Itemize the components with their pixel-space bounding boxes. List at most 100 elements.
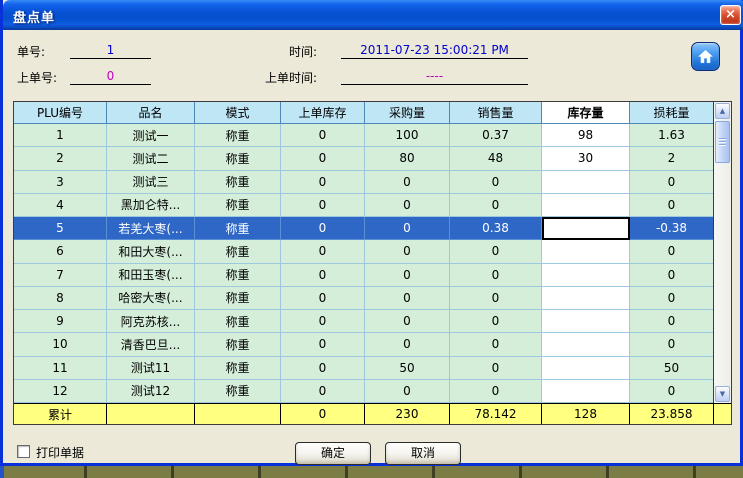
- table-cell[interactable]: 0: [630, 333, 714, 356]
- scrollbar-thumb[interactable]: [715, 121, 730, 163]
- table-cell[interactable]: 称重: [195, 333, 281, 356]
- table-cell[interactable]: 0: [630, 310, 714, 333]
- table-cell[interactable]: 0: [281, 147, 365, 170]
- table-cell[interactable]: 测试二: [107, 147, 195, 170]
- table-cell[interactable]: 称重: [195, 264, 281, 287]
- table-cell[interactable]: 0: [365, 287, 450, 310]
- table-cell[interactable]: 称重: [195, 240, 281, 263]
- prev-time-field[interactable]: ----: [341, 68, 528, 85]
- order-no-field[interactable]: 1: [70, 42, 151, 59]
- table-row[interactable]: 9阿克苏核...称重0000: [14, 310, 714, 333]
- table-cell[interactable]: 0: [281, 240, 365, 263]
- table-cell[interactable]: 0: [281, 380, 365, 403]
- table-cell[interactable]: 0: [450, 240, 542, 263]
- table-cell[interactable]: 0: [281, 264, 365, 287]
- table-cell[interactable]: 阿克苏核...: [107, 310, 195, 333]
- ok-button[interactable]: 确定: [295, 442, 371, 465]
- table-cell[interactable]: 0: [450, 264, 542, 287]
- table-cell[interactable]: 1.63: [630, 124, 714, 147]
- prev-order-no-field[interactable]: 0: [70, 68, 151, 85]
- table-cell[interactable]: 7: [14, 264, 107, 287]
- table-cell[interactable]: 100: [365, 124, 450, 147]
- cancel-button[interactable]: 取消: [385, 442, 461, 465]
- table-cell[interactable]: 0: [281, 194, 365, 217]
- table-cell[interactable]: 清香巴旦...: [107, 333, 195, 356]
- table-cell[interactable]: [542, 194, 630, 217]
- table-cell[interactable]: 和田大枣(...: [107, 240, 195, 263]
- table-row[interactable]: 3测试三称重0000: [14, 171, 714, 194]
- table-cell[interactable]: 0: [450, 171, 542, 194]
- table-cell[interactable]: 0: [281, 333, 365, 356]
- table-row[interactable]: 11测试11称重050050: [14, 357, 714, 380]
- table-cell[interactable]: 1: [14, 124, 107, 147]
- table-cell[interactable]: 0: [450, 194, 542, 217]
- table-cell[interactable]: 0: [450, 333, 542, 356]
- table-cell[interactable]: 0: [365, 264, 450, 287]
- table-cell[interactable]: 若羌大枣(...: [107, 217, 195, 240]
- table-cell[interactable]: 12: [14, 380, 107, 403]
- table-cell[interactable]: 0: [630, 380, 714, 403]
- scroll-down-icon[interactable]: ▼: [715, 386, 730, 402]
- table-cell[interactable]: 0: [630, 194, 714, 217]
- table-row[interactable]: 4黑加仑特...称重0000: [14, 194, 714, 217]
- table-cell[interactable]: 0: [281, 217, 365, 240]
- table-cell[interactable]: -0.38: [630, 217, 714, 240]
- table-cell[interactable]: 5: [14, 217, 107, 240]
- table-cell[interactable]: 0: [365, 194, 450, 217]
- table-cell[interactable]: 0: [450, 310, 542, 333]
- table-cell[interactable]: 0: [281, 357, 365, 380]
- table-cell[interactable]: 0: [281, 310, 365, 333]
- table-cell[interactable]: 50: [630, 357, 714, 380]
- table-cell[interactable]: 10: [14, 333, 107, 356]
- table-cell[interactable]: 9: [14, 310, 107, 333]
- table-cell[interactable]: 48: [450, 147, 542, 170]
- table-row[interactable]: 8哈密大枣(...称重0000: [14, 287, 714, 310]
- table-cell[interactable]: 称重: [195, 357, 281, 380]
- table-cell[interactable]: 30: [542, 147, 630, 170]
- table-cell[interactable]: 0: [365, 217, 450, 240]
- table-row[interactable]: 6和田大枣(...称重0000: [14, 240, 714, 263]
- table-cell[interactable]: 0: [365, 240, 450, 263]
- table-cell[interactable]: 8: [14, 287, 107, 310]
- table-row[interactable]: 7和田玉枣(...称重0000: [14, 264, 714, 287]
- table-cell[interactable]: 6: [14, 240, 107, 263]
- table-cell[interactable]: 称重: [195, 171, 281, 194]
- table-cell[interactable]: 0: [630, 264, 714, 287]
- table-cell[interactable]: 测试三: [107, 171, 195, 194]
- table-cell[interactable]: 11: [14, 357, 107, 380]
- table-cell[interactable]: 称重: [195, 217, 281, 240]
- table-row[interactable]: 2测试二称重08048302: [14, 147, 714, 170]
- table-row[interactable]: 10清香巴旦...称重0000: [14, 333, 714, 356]
- table-cell[interactable]: 2: [14, 147, 107, 170]
- table-cell[interactable]: 称重: [195, 380, 281, 403]
- table-cell[interactable]: 称重: [195, 147, 281, 170]
- table-cell[interactable]: 0: [281, 287, 365, 310]
- table-cell[interactable]: [542, 380, 630, 403]
- home-button[interactable]: [691, 42, 720, 71]
- table-row[interactable]: 1测试一称重01000.37981.63: [14, 124, 714, 147]
- close-icon[interactable]: ×: [720, 5, 741, 25]
- table-cell[interactable]: 0.38: [450, 217, 542, 240]
- vertical-scrollbar[interactable]: ▲ ▼: [713, 102, 731, 403]
- table-cell[interactable]: 和田玉枣(...: [107, 264, 195, 287]
- table-cell[interactable]: 0: [281, 171, 365, 194]
- time-field[interactable]: 2011-07-23 15:00:21 PM: [341, 42, 528, 59]
- table-cell[interactable]: [542, 240, 630, 263]
- table-cell[interactable]: [542, 171, 630, 194]
- table-cell[interactable]: 0: [630, 287, 714, 310]
- table-cell[interactable]: 0: [365, 171, 450, 194]
- table-cell[interactable]: 50: [365, 357, 450, 380]
- table-cell[interactable]: 4: [14, 194, 107, 217]
- table-cell[interactable]: 0: [365, 380, 450, 403]
- table-cell[interactable]: 0: [365, 310, 450, 333]
- table-cell[interactable]: [542, 264, 630, 287]
- table-cell[interactable]: 0: [450, 357, 542, 380]
- table-cell[interactable]: 0: [450, 380, 542, 403]
- table-cell[interactable]: 哈密大枣(...: [107, 287, 195, 310]
- table-cell[interactable]: 测试一: [107, 124, 195, 147]
- table-cell[interactable]: 98: [542, 124, 630, 147]
- table-cell[interactable]: 0: [630, 171, 714, 194]
- table-cell[interactable]: 称重: [195, 124, 281, 147]
- table-cell[interactable]: 3: [14, 171, 107, 194]
- table-cell[interactable]: [542, 357, 630, 380]
